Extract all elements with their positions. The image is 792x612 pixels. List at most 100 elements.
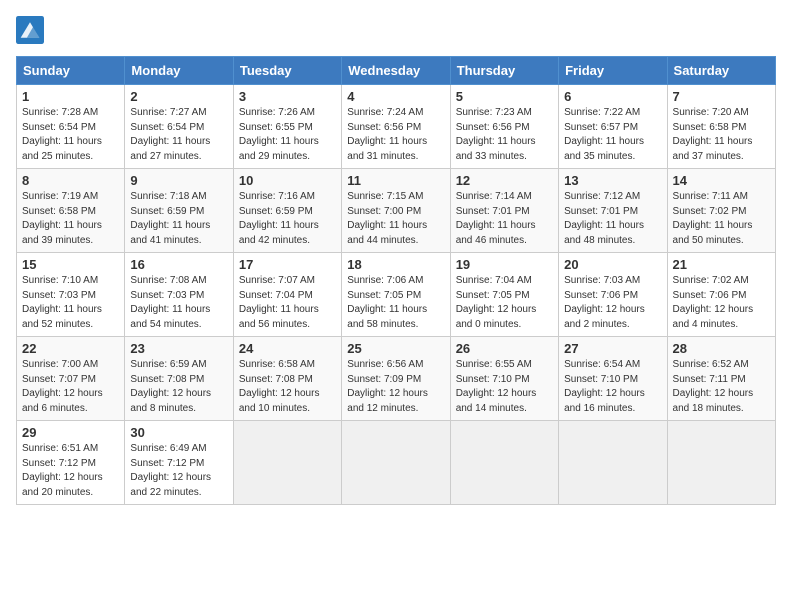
calendar-cell: 29 Sunrise: 6:51 AM Sunset: 7:12 PM Dayli… [17,421,125,505]
calendar-cell: 14 Sunrise: 7:11 AM Sunset: 7:02 PM Dayli… [667,169,775,253]
day-info: Sunrise: 7:22 AM Sunset: 6:57 PM Dayligh… [564,106,661,164]
day-info: Sunrise: 6:54 AM Sunset: 7:10 PM Dayligh… [564,358,661,416]
calendar-cell: 6 Sunrise: 7:22 AM Sunset: 6:57 PM Daylig… [559,85,667,169]
calendar-week-row: 22 Sunrise: 7:00 AM Sunset: 7:07 PM Dayli… [17,337,776,421]
calendar-table: SundayMondayTuesdayWednesdayThursdayFrid… [16,56,776,505]
day-info: Sunrise: 7:11 AM Sunset: 7:02 PM Dayligh… [673,190,770,248]
day-info: Sunrise: 7:24 AM Sunset: 6:56 PM Dayligh… [347,106,444,164]
day-info: Sunrise: 7:28 AM Sunset: 6:54 PM Dayligh… [22,106,119,164]
day-number: 7 [673,89,770,104]
calendar-cell: 12 Sunrise: 7:14 AM Sunset: 7:01 PM Dayli… [450,169,558,253]
calendar-cell: 5 Sunrise: 7:23 AM Sunset: 6:56 PM Daylig… [450,85,558,169]
day-info: Sunrise: 7:10 AM Sunset: 7:03 PM Dayligh… [22,274,119,332]
day-info: Sunrise: 7:15 AM Sunset: 7:00 PM Dayligh… [347,190,444,248]
day-info: Sunrise: 7:03 AM Sunset: 7:06 PM Dayligh… [564,274,661,332]
calendar-header-row: SundayMondayTuesdayWednesdayThursdayFrid… [17,57,776,85]
day-info: Sunrise: 6:52 AM Sunset: 7:11 PM Dayligh… [673,358,770,416]
day-number: 13 [564,173,661,188]
calendar-cell [342,421,450,505]
calendar-cell: 22 Sunrise: 7:00 AM Sunset: 7:07 PM Dayli… [17,337,125,421]
day-info: Sunrise: 7:02 AM Sunset: 7:06 PM Dayligh… [673,274,770,332]
day-info: Sunrise: 7:12 AM Sunset: 7:01 PM Dayligh… [564,190,661,248]
calendar-cell: 10 Sunrise: 7:16 AM Sunset: 6:59 PM Dayli… [233,169,341,253]
calendar-cell: 26Sunrise: 6:55 AM Sunset: 7:10 PM Dayli… [450,337,558,421]
day-number: 16 [130,257,227,272]
day-number: 8 [22,173,119,188]
day-info: Sunrise: 7:23 AM Sunset: 6:56 PM Dayligh… [456,106,553,164]
calendar-cell: 21 Sunrise: 7:02 AM Sunset: 7:06 PM Dayli… [667,253,775,337]
day-number: 6 [564,89,661,104]
day-number: 25 [347,341,444,356]
day-number: 18 [347,257,444,272]
calendar-week-row: 1Sunrise: 7:28 AM Sunset: 6:54 PM Daylig… [17,85,776,169]
weekday-header-monday: Monday [125,57,233,85]
weekday-header-friday: Friday [559,57,667,85]
day-number: 23 [130,341,227,356]
day-info: Sunrise: 7:26 AM Sunset: 6:55 PM Dayligh… [239,106,336,164]
calendar-cell: 30 Sunrise: 6:49 AM Sunset: 7:12 PM Dayli… [125,421,233,505]
calendar-cell: 17Sunrise: 7:07 AM Sunset: 7:04 PM Dayli… [233,253,341,337]
day-info: Sunrise: 7:19 AM Sunset: 6:58 PM Dayligh… [22,190,119,248]
day-number: 5 [456,89,553,104]
day-info: Sunrise: 7:20 AM Sunset: 6:58 PM Dayligh… [673,106,770,164]
calendar-cell: 8 Sunrise: 7:19 AM Sunset: 6:58 PM Daylig… [17,169,125,253]
day-info: Sunrise: 6:59 AM Sunset: 7:08 PM Dayligh… [130,358,227,416]
day-number: 29 [22,425,119,440]
calendar-cell [667,421,775,505]
day-info: Sunrise: 7:16 AM Sunset: 6:59 PM Dayligh… [239,190,336,248]
calendar-cell: 20 Sunrise: 7:03 AM Sunset: 7:06 PM Dayli… [559,253,667,337]
calendar-cell [559,421,667,505]
day-number: 3 [239,89,336,104]
weekday-header-tuesday: Tuesday [233,57,341,85]
day-info: Sunrise: 7:08 AM Sunset: 7:03 PM Dayligh… [130,274,227,332]
day-number: 10 [239,173,336,188]
calendar-cell: 11 Sunrise: 7:15 AM Sunset: 7:00 PM Dayli… [342,169,450,253]
weekday-header-wednesday: Wednesday [342,57,450,85]
day-number: 4 [347,89,444,104]
day-number: 30 [130,425,227,440]
calendar-cell: 18 Sunrise: 7:06 AM Sunset: 7:05 PM Dayli… [342,253,450,337]
calendar-week-row: 15 Sunrise: 7:10 AM Sunset: 7:03 PM Dayli… [17,253,776,337]
day-info: Sunrise: 6:55 AM Sunset: 7:10 PM Dayligh… [456,358,553,416]
weekday-header-sunday: Sunday [17,57,125,85]
day-info: Sunrise: 6:49 AM Sunset: 7:12 PM Dayligh… [130,442,227,500]
calendar-cell: 24 Sunrise: 6:58 AM Sunset: 7:08 PM Dayli… [233,337,341,421]
day-number: 11 [347,173,444,188]
day-info: Sunrise: 6:58 AM Sunset: 7:08 PM Dayligh… [239,358,336,416]
calendar-cell [233,421,341,505]
day-number: 24 [239,341,336,356]
day-info: Sunrise: 7:07 AM Sunset: 7:04 PM Dayligh… [239,274,336,332]
day-number: 27 [564,341,661,356]
day-info: Sunrise: 6:51 AM Sunset: 7:12 PM Dayligh… [22,442,119,500]
day-info: Sunrise: 7:14 AM Sunset: 7:01 PM Dayligh… [456,190,553,248]
day-number: 9 [130,173,227,188]
calendar-cell: 13 Sunrise: 7:12 AM Sunset: 7:01 PM Dayli… [559,169,667,253]
day-number: 22 [22,341,119,356]
calendar-cell [450,421,558,505]
calendar-cell: 4 Sunrise: 7:24 AM Sunset: 6:56 PM Daylig… [342,85,450,169]
calendar-cell: 25 Sunrise: 6:56 AM Sunset: 7:09 PM Dayli… [342,337,450,421]
calendar-cell: 2Sunrise: 7:27 AM Sunset: 6:54 PM Daylig… [125,85,233,169]
calendar-cell: 28 Sunrise: 6:52 AM Sunset: 7:11 PM Dayli… [667,337,775,421]
calendar-cell: 16 Sunrise: 7:08 AM Sunset: 7:03 PM Dayli… [125,253,233,337]
day-info: Sunrise: 6:56 AM Sunset: 7:09 PM Dayligh… [347,358,444,416]
day-info: Sunrise: 7:06 AM Sunset: 7:05 PM Dayligh… [347,274,444,332]
day-number: 28 [673,341,770,356]
weekday-header-saturday: Saturday [667,57,775,85]
day-number: 14 [673,173,770,188]
day-number: 12 [456,173,553,188]
day-number: 15 [22,257,119,272]
calendar-week-row: 29 Sunrise: 6:51 AM Sunset: 7:12 PM Dayli… [17,421,776,505]
calendar-cell: 1Sunrise: 7:28 AM Sunset: 6:54 PM Daylig… [17,85,125,169]
calendar-cell: 9Sunrise: 7:18 AM Sunset: 6:59 PM Daylig… [125,169,233,253]
day-info: Sunrise: 7:04 AM Sunset: 7:05 PM Dayligh… [456,274,553,332]
calendar-cell: 27 Sunrise: 6:54 AM Sunset: 7:10 PM Dayli… [559,337,667,421]
day-number: 21 [673,257,770,272]
day-info: Sunrise: 7:00 AM Sunset: 7:07 PM Dayligh… [22,358,119,416]
day-info: Sunrise: 7:27 AM Sunset: 6:54 PM Dayligh… [130,106,227,164]
calendar-cell: 3 Sunrise: 7:26 AM Sunset: 6:55 PM Daylig… [233,85,341,169]
calendar-cell: 23 Sunrise: 6:59 AM Sunset: 7:08 PM Dayli… [125,337,233,421]
calendar-cell: 19Sunrise: 7:04 AM Sunset: 7:05 PM Dayli… [450,253,558,337]
header [16,16,776,44]
day-number: 20 [564,257,661,272]
